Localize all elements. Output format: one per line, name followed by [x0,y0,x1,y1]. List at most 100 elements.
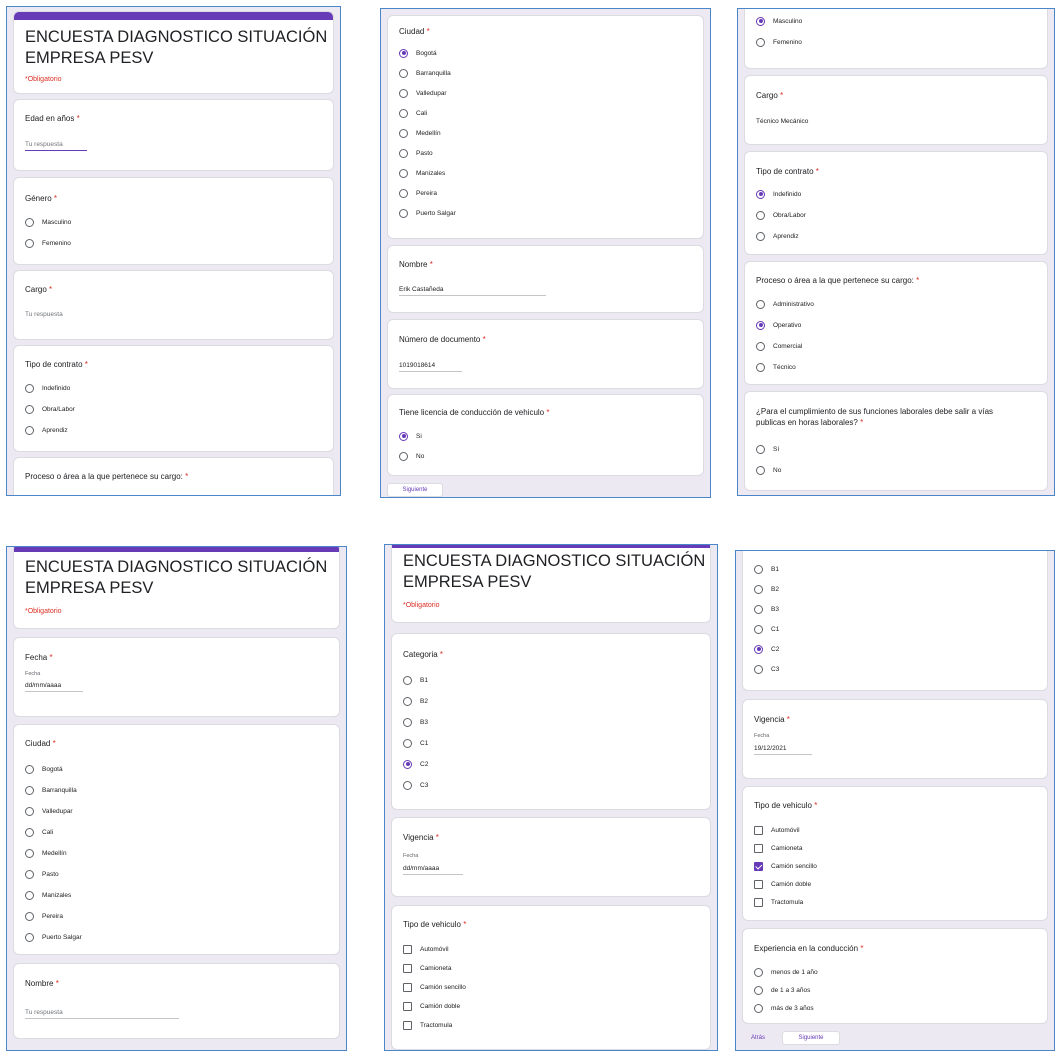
vigencia-date-input[interactable]: dd/mm/aaaa [403,865,463,875]
radio-option[interactable]: Puerto Salgar [25,931,82,943]
checkbox[interactable] [754,879,763,889]
radio-option[interactable]: C2 [403,758,428,770]
radio-button[interactable] [25,425,34,435]
radio-option[interactable]: C1 [403,737,428,749]
radio-option[interactable]: Cali [25,826,53,838]
next-button[interactable]: Siguiente [387,483,443,497]
next-button[interactable]: Siguiente [782,1031,840,1045]
radio-button[interactable] [403,696,412,706]
checkbox-option[interactable]: Tractomula [403,1019,452,1031]
radio-button[interactable] [25,238,34,248]
checkbox[interactable] [754,897,763,907]
radio-option[interactable]: Obra/Labor [756,209,806,221]
radio-button[interactable] [754,985,763,995]
checkbox-option[interactable]: Camión sencillo [754,860,817,872]
radio-option[interactable]: Barranquilla [25,784,77,796]
radio-button[interactable] [399,431,408,441]
radio-option[interactable]: menos de 1 año [754,966,818,978]
checkbox[interactable] [754,825,763,835]
radio-button[interactable] [754,584,763,594]
checkbox-option[interactable]: Camión sencillo [403,981,466,993]
checkbox[interactable] [403,1020,412,1030]
documento-input[interactable]: 1019018614 [399,362,462,372]
radio-button[interactable] [754,604,763,614]
radio-option[interactable]: de 1 a 3 años [754,984,810,996]
checkbox-option[interactable]: Automóvil [403,943,449,955]
radio-option[interactable]: C2 [754,643,779,655]
radio-button[interactable] [399,451,408,461]
radio-option[interactable]: Si [399,430,422,442]
radio-button[interactable] [399,128,408,138]
radio-button[interactable] [399,88,408,98]
radio-option[interactable]: C3 [403,779,428,791]
radio-option[interactable]: Masculino [25,216,71,228]
radio-option[interactable]: Manizales [399,167,445,179]
checkbox[interactable] [403,1001,412,1011]
radio-button[interactable] [754,564,763,574]
radio-button[interactable] [399,188,408,198]
radio-option[interactable]: Medellín [399,127,441,139]
radio-option[interactable]: B2 [403,695,428,707]
radio-button[interactable] [756,37,765,47]
radio-option[interactable]: Bogotá [25,763,63,775]
radio-option[interactable]: No [399,450,424,462]
radio-option[interactable]: No [756,464,781,476]
radio-option[interactable]: B1 [403,674,428,686]
radio-button[interactable] [756,444,765,454]
radio-button[interactable] [25,911,34,921]
radio-button[interactable] [25,404,34,414]
checkbox-option[interactable]: Tractomula [754,896,803,908]
radio-option[interactable]: Medellín [25,847,67,859]
radio-option[interactable]: Operativo [756,319,801,331]
checkbox[interactable] [403,944,412,954]
radio-button[interactable] [25,932,34,942]
nombre-input[interactable]: Tu respuesta [25,1009,179,1019]
radio-option[interactable]: Indefinido [25,382,70,394]
checkbox[interactable] [403,963,412,973]
radio-button[interactable] [754,1003,763,1013]
checkbox-option[interactable]: Camión doble [403,1000,460,1012]
cargo-input[interactable]: Tu respuesta [25,311,63,320]
radio-button[interactable] [399,148,408,158]
radio-option[interactable]: Pasto [25,868,59,880]
radio-option[interactable]: C3 [754,663,779,675]
radio-button[interactable] [25,806,34,816]
radio-button[interactable] [25,848,34,858]
radio-option[interactable]: Comercial [756,340,802,352]
radio-option[interactable]: Aprendiz [25,424,68,436]
radio-option[interactable]: Administrativo [756,298,814,310]
radio-button[interactable] [25,383,34,393]
radio-button[interactable] [403,780,412,790]
radio-option[interactable]: Bogotá [399,47,437,59]
radio-option[interactable]: más de 3 años [754,1002,814,1014]
vigencia-date-input[interactable]: 19/12/2021 [754,745,812,755]
radio-option[interactable]: Femenino [25,237,71,249]
radio-option[interactable]: Obra/Labor [25,403,75,415]
radio-button[interactable] [399,68,408,78]
radio-button[interactable] [754,624,763,634]
radio-option[interactable]: Masculino [756,15,802,27]
radio-option[interactable]: Pasto [399,147,433,159]
radio-option[interactable]: Pereira [25,910,63,922]
edad-input[interactable]: Tu respuesta [25,141,87,151]
radio-button[interactable] [756,231,765,241]
radio-button[interactable] [403,759,412,769]
radio-button[interactable] [756,210,765,220]
checkbox-option[interactable]: Camioneta [403,962,451,974]
nombre-input[interactable]: Erik Castañeda [399,286,546,296]
radio-option[interactable]: C1 [754,623,779,635]
radio-button[interactable] [25,827,34,837]
radio-option[interactable]: Valledupar [399,87,447,99]
radio-option[interactable]: Femenino [756,36,802,48]
radio-button[interactable] [756,16,765,26]
fecha-date-input[interactable]: dd/mm/aaaa [25,682,83,692]
radio-button[interactable] [25,217,34,227]
radio-option[interactable]: Manizales [25,889,71,901]
radio-button[interactable] [25,890,34,900]
radio-button[interactable] [756,189,765,199]
radio-option[interactable]: Aprendiz [756,230,799,242]
radio-button[interactable] [756,362,765,372]
checkbox[interactable] [754,843,763,853]
radio-option[interactable]: Cali [399,107,427,119]
radio-button[interactable] [399,108,408,118]
